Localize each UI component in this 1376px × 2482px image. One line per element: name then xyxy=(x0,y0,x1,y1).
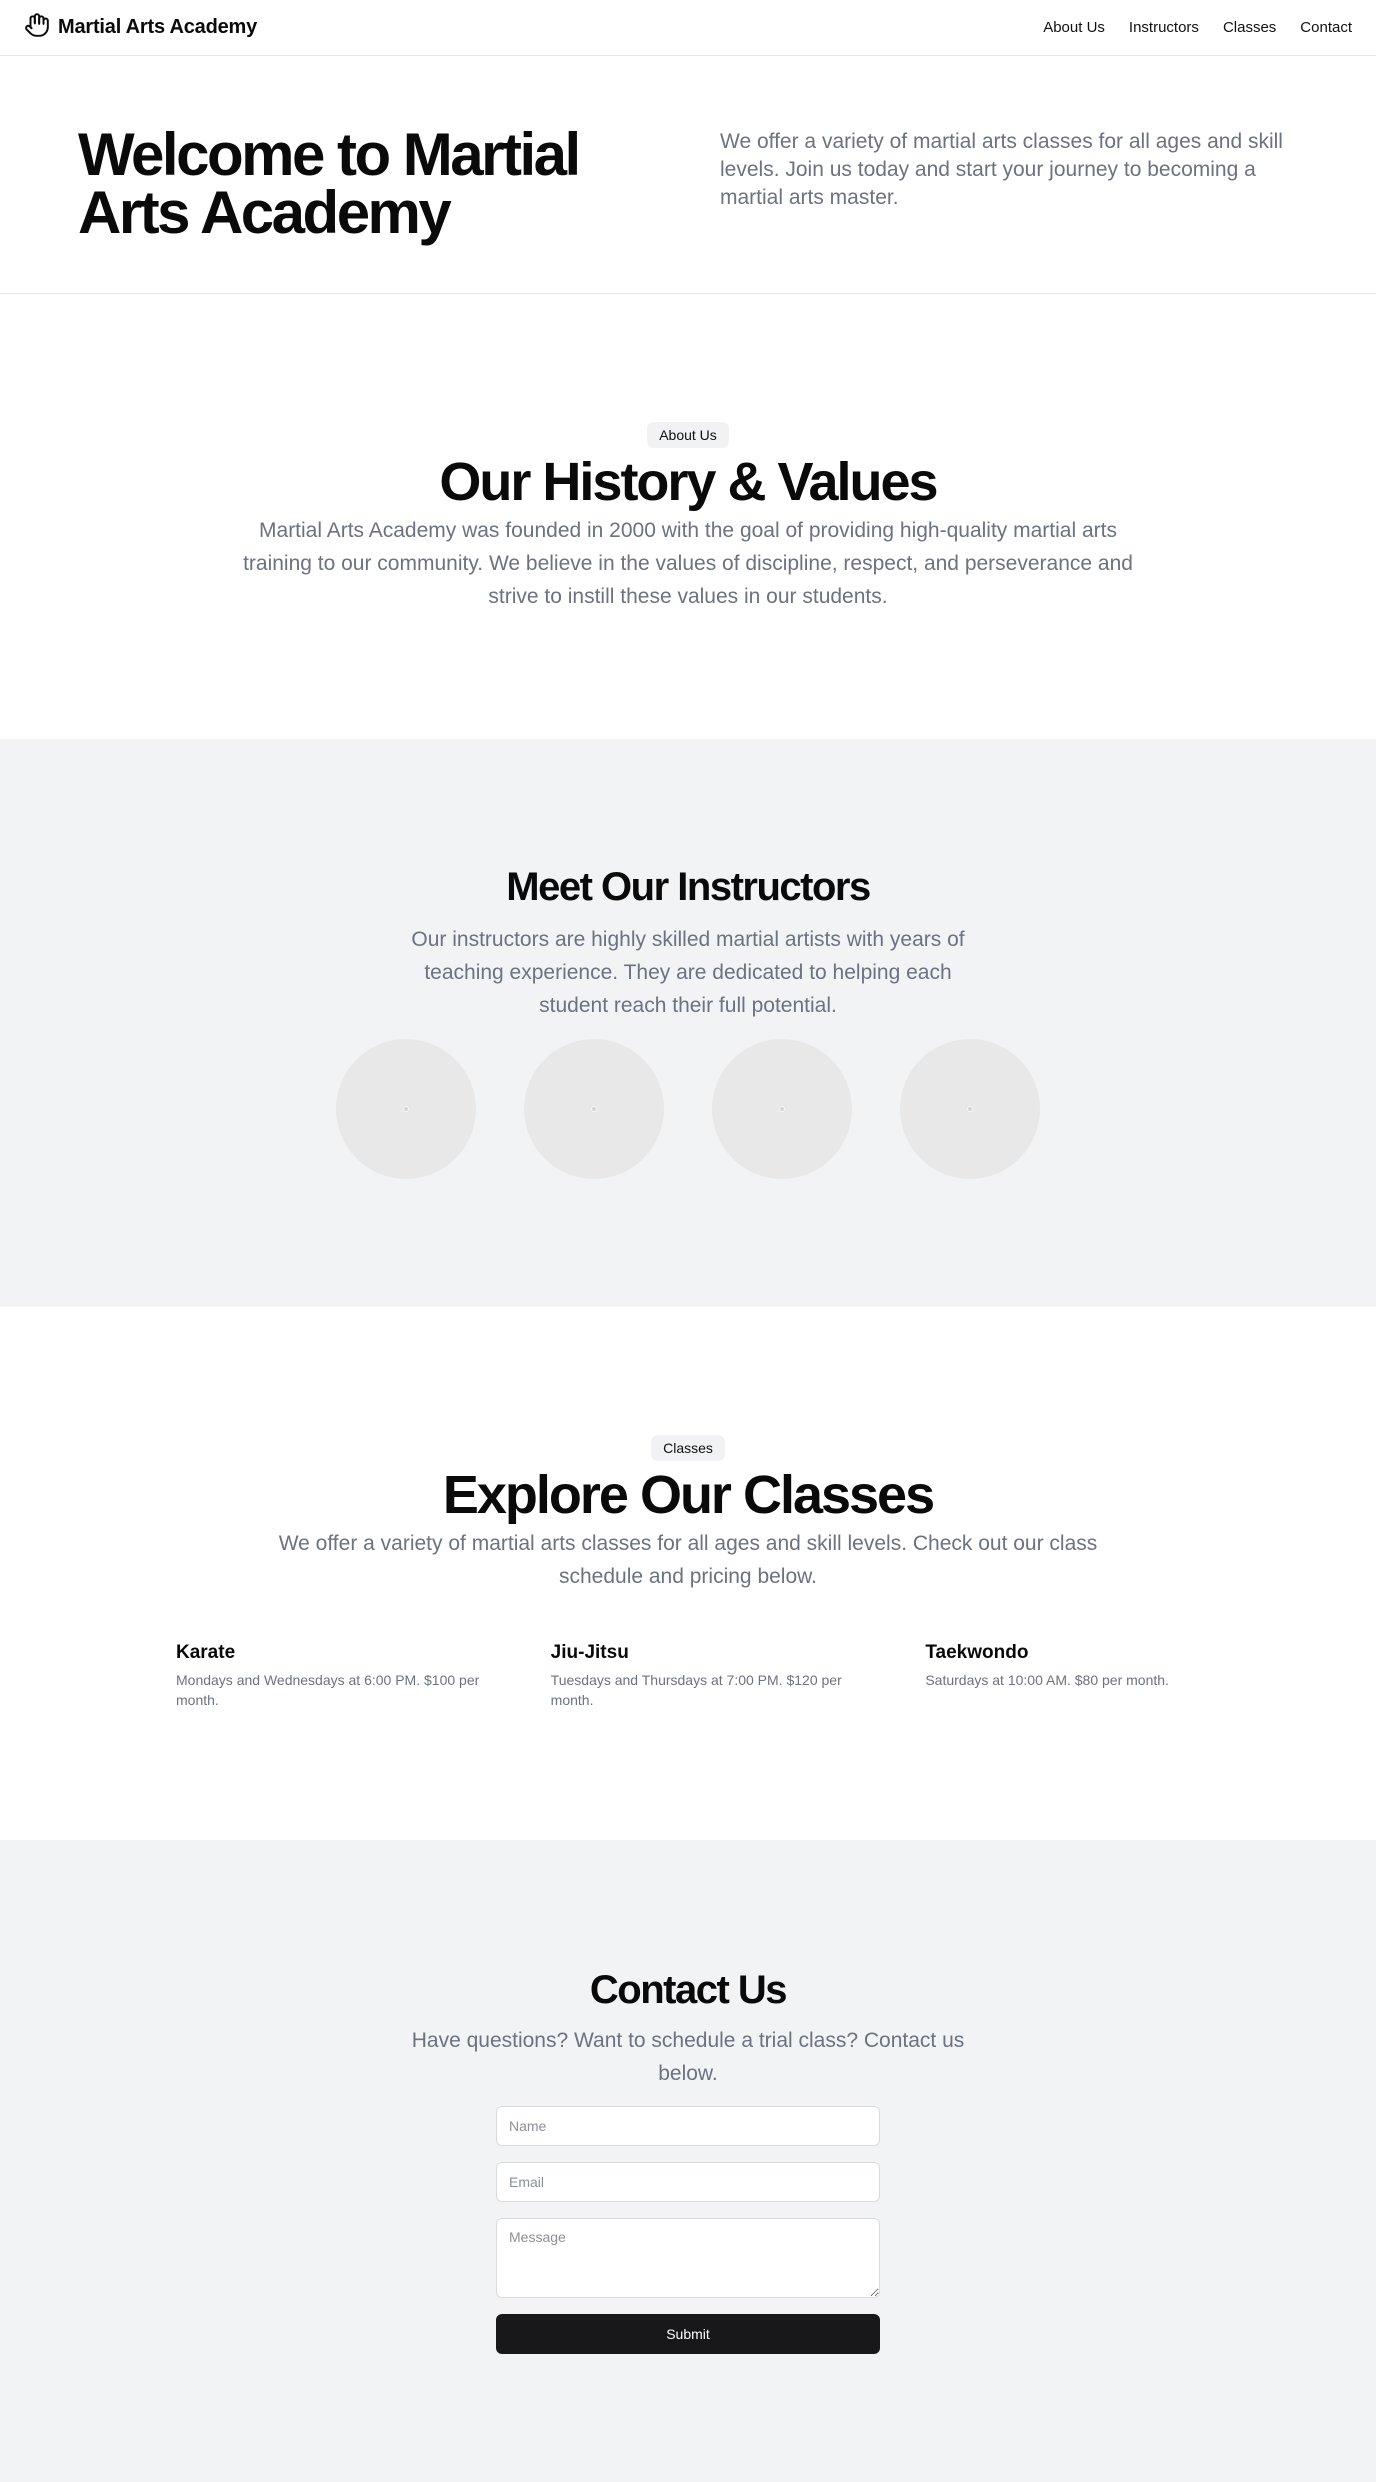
nav-link-contact[interactable]: Contact xyxy=(1300,19,1352,36)
hero-text: We offer a variety of martial arts class… xyxy=(720,130,1283,209)
instructors-title: Meet Our Instructors xyxy=(506,865,871,909)
class-description: Tuesdays and Thursdays at 7:00 PM. $120 … xyxy=(550,1672,842,1708)
nav-link-classes[interactable]: Classes xyxy=(1223,19,1276,36)
brand[interactable]: Martial Arts Academy xyxy=(24,12,257,43)
contact-title: Contact Us xyxy=(589,1968,788,2012)
class-name: Taekwondo xyxy=(925,1642,1029,1663)
message-textarea[interactable] xyxy=(496,2218,880,2298)
class-item: Taekwondo Saturdays at 10:00 AM. $80 per… xyxy=(925,1642,1252,1710)
instructor-avatar xyxy=(712,1039,852,1179)
about-text: Martial Arts Academy was founded in 2000… xyxy=(243,519,1133,608)
about-section: About Us Our History & Values Martial Ar… xyxy=(0,294,1376,739)
classes-title: Explore Our Classes xyxy=(442,1465,935,1525)
main-nav: About Us Instructors Classes Contact xyxy=(1043,19,1352,36)
instructor-avatar xyxy=(524,1039,664,1179)
classes-section: Classes Explore Our Classes We offer a v… xyxy=(0,1307,1376,1840)
contact-text: Have questions? Want to schedule a trial… xyxy=(411,2029,965,2085)
class-name: Karate xyxy=(176,1642,236,1663)
image-placeholder-icon xyxy=(779,1106,785,1112)
instructors-text: Our instructors are highly skilled marti… xyxy=(411,928,965,1017)
image-placeholder-icon xyxy=(967,1106,973,1112)
brand-name: Martial Arts Academy xyxy=(58,16,258,38)
class-name: Jiu-Jitsu xyxy=(550,1642,629,1663)
instructor-avatars xyxy=(0,1039,1376,1179)
class-description: Saturdays at 10:00 AM. $80 per month. xyxy=(925,1672,1169,1688)
class-description: Mondays and Wednesdays at 6:00 PM. $100 … xyxy=(176,1672,480,1708)
submit-button[interactable]: Submit xyxy=(496,2314,880,2354)
contact-form: Submit xyxy=(496,2106,880,2354)
email-input[interactable] xyxy=(496,2162,880,2202)
contact-section: Contact Us Have questions? Want to sched… xyxy=(0,1840,1376,2482)
class-item: Karate Mondays and Wednesdays at 6:00 PM… xyxy=(176,1642,503,1710)
instructor-avatar xyxy=(900,1039,1040,1179)
classes-badge: Classes xyxy=(651,1435,725,1461)
about-badge: About Us xyxy=(647,422,729,448)
nav-link-about-us[interactable]: About Us xyxy=(1043,19,1105,36)
name-input[interactable] xyxy=(496,2106,880,2146)
site-header: Martial Arts Academy About Us Instructor… xyxy=(0,0,1376,56)
instructor-avatar xyxy=(336,1039,476,1179)
class-item: Jiu-Jitsu Tuesdays and Thursdays at 7:00… xyxy=(551,1642,878,1710)
hero-section: Welcome to Martial Arts Academy We offer… xyxy=(0,56,1376,294)
image-placeholder-icon xyxy=(591,1106,597,1112)
instructors-section: Meet Our Instructors Our instructors are… xyxy=(0,739,1376,1307)
classes-text: We offer a variety of martial arts class… xyxy=(278,1532,1098,1588)
hand-icon xyxy=(24,12,50,43)
class-list: Karate Mondays and Wednesdays at 6:00 PM… xyxy=(176,1642,1252,1710)
image-placeholder-icon xyxy=(403,1106,409,1112)
about-title: Our History & Values xyxy=(439,452,938,512)
hero-title: Welcome to Martial Arts Academy xyxy=(78,121,581,246)
nav-link-instructors[interactable]: Instructors xyxy=(1129,19,1199,36)
